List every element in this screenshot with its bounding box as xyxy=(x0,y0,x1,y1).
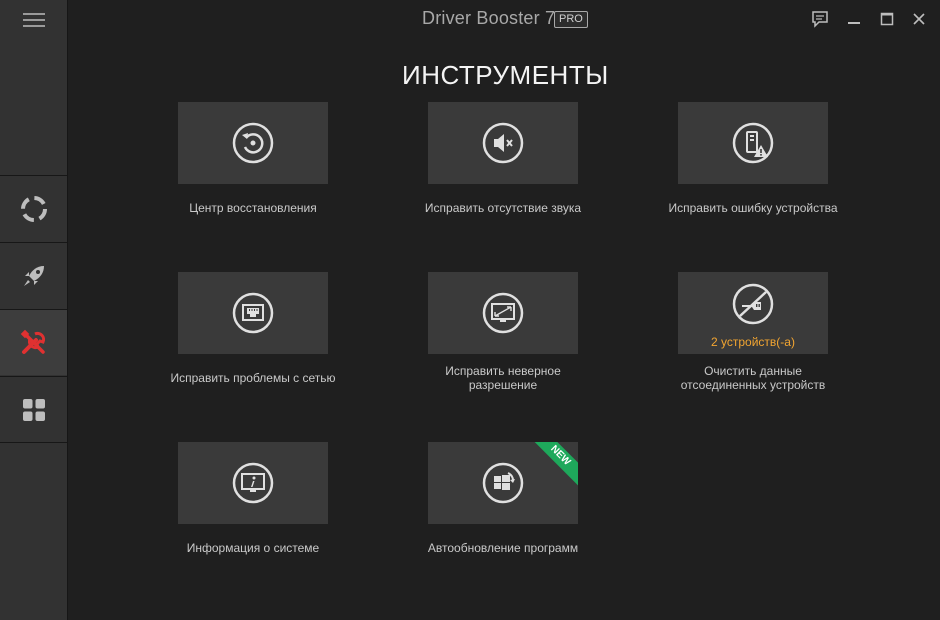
sidebar-item-action-center[interactable] xyxy=(0,376,67,442)
tool-label-clean-disconnected: Очистить данные отсоединенных устройств xyxy=(653,364,853,392)
sidebar xyxy=(0,0,68,620)
tools-icon xyxy=(20,329,45,354)
sidebar-item-boost[interactable] xyxy=(0,242,67,308)
minimize-button[interactable] xyxy=(842,8,866,30)
sidebar-item-tools[interactable] xyxy=(0,309,67,375)
feedback-button[interactable] xyxy=(808,8,832,30)
network-port-icon xyxy=(232,292,274,334)
close-button[interactable] xyxy=(907,8,931,30)
rocket-icon xyxy=(23,265,44,286)
page-title: ИНСТРУМЕНТЫ xyxy=(402,60,609,90)
hamburger-icon xyxy=(22,13,45,27)
close-icon xyxy=(913,13,925,25)
tool-label-fix-device-error: Исправить ошибку устройства xyxy=(668,201,838,215)
resolution-icon xyxy=(482,292,524,334)
tool-tile-clean-disconnected[interactable]: 2 устройств(-а) xyxy=(678,272,828,354)
grid-icon xyxy=(22,398,45,421)
windows-update-icon xyxy=(482,462,524,504)
tool-tile-system-info[interactable] xyxy=(178,442,328,524)
sidebar-divider xyxy=(0,442,67,443)
maximize-button[interactable] xyxy=(875,8,899,30)
tool-tile-fix-network[interactable] xyxy=(178,272,328,354)
tool-label-fix-network: Исправить проблемы с сетью xyxy=(170,371,336,385)
app-window: Driver Booster 7 PRO ИНСТРУМЕНТЫ Центр в… xyxy=(0,0,940,620)
tool-tile-rescue-center[interactable] xyxy=(178,102,328,184)
minimize-icon xyxy=(848,22,860,24)
new-badge: NEW xyxy=(526,442,578,490)
tool-tile-fix-device-error[interactable] xyxy=(678,102,828,184)
tool-label-fix-no-sound: Исправить отсутствие звука xyxy=(424,201,582,215)
mute-speaker-icon xyxy=(482,122,524,164)
app-title: Driver Booster 7 xyxy=(422,8,556,28)
tool-label-software-update: Автообновление программ xyxy=(427,541,579,555)
tool-label-rescue-center: Центр восстановления xyxy=(189,201,317,215)
menu-button[interactable] xyxy=(0,0,67,40)
lifebuoy-icon xyxy=(20,195,47,222)
title-bar: Driver Booster 7 PRO xyxy=(67,0,940,38)
tool-label-system-info: Информация о системе xyxy=(186,541,320,555)
feedback-icon xyxy=(812,11,828,28)
maximize-icon xyxy=(880,12,894,26)
tool-label-line: Очистить данные xyxy=(704,364,802,378)
restore-icon xyxy=(232,122,274,164)
tool-label-line: Исправить неверное xyxy=(445,364,561,378)
tool-label-line: отсоединенных устройств xyxy=(680,378,826,392)
system-info-icon xyxy=(232,462,274,504)
tool-tile-fix-no-sound[interactable] xyxy=(428,102,578,184)
tool-tile-fix-resolution[interactable] xyxy=(428,272,578,354)
pro-badge: PRO xyxy=(554,11,588,28)
tool-label-line: разрешение xyxy=(468,378,538,392)
tool-label-fix-resolution: Исправить неверное разрешение xyxy=(403,364,603,392)
disconnected-device-icon xyxy=(732,283,774,325)
disconnected-device-count: 2 устройств(-а) xyxy=(711,335,795,349)
device-warning-icon xyxy=(732,122,774,164)
tool-tile-software-update[interactable]: NEW xyxy=(428,442,578,524)
sidebar-item-scan[interactable] xyxy=(0,175,67,241)
